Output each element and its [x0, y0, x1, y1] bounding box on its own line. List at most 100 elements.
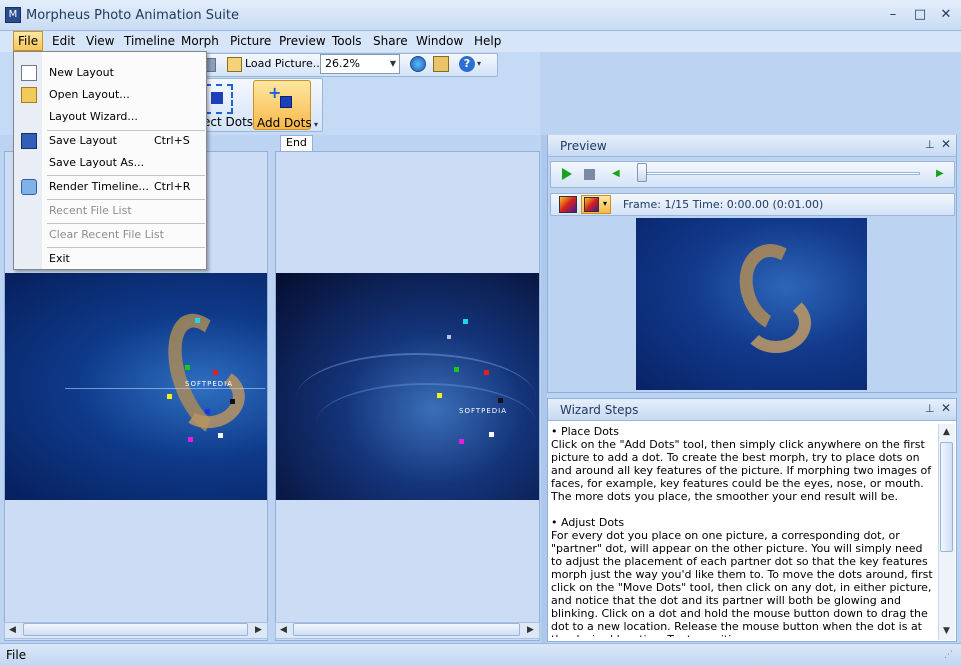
app-icon[interactable]: M [5, 7, 21, 23]
select-dots-square [211, 92, 223, 104]
close-button[interactable]: ✕ [935, 6, 957, 24]
wizard-steps-text: • Place Dots Click on the "Add Dots" too… [551, 425, 936, 637]
close-pane-icon[interactable]: ✕ [941, 401, 951, 415]
scroll-right-icon[interactable]: ▶ [251, 623, 266, 638]
pin-icon[interactable]: ⊥ [925, 402, 935, 415]
morph-dot[interactable] [205, 409, 210, 414]
step-body: Click on the "Add Dots" tool, then simpl… [551, 438, 932, 503]
bg-color-swatch-icon [584, 197, 599, 212]
menu-icon-strip [14, 52, 42, 269]
scroll-thumb[interactable] [940, 442, 953, 552]
frame-info: Frame: 1/15 Time: 0:00.00 (0:01.00) [623, 198, 824, 211]
render-icon [21, 179, 37, 195]
globe-icon[interactable] [410, 56, 426, 72]
morph-dot[interactable] [437, 393, 442, 398]
morph-dot[interactable] [213, 370, 218, 375]
slider-handle[interactable] [637, 163, 647, 182]
color-icon[interactable] [559, 196, 577, 213]
shortcut-save: Ctrl+S [154, 134, 190, 147]
resize-grip-icon[interactable]: ⋰ [944, 650, 958, 664]
maximize-button[interactable]: □ [909, 6, 931, 24]
menu-save-layout-as[interactable]: Save Layout As... [49, 152, 144, 174]
window-title: Morpheus Photo Animation Suite [26, 8, 239, 23]
morph-dot[interactable] [454, 367, 459, 372]
step-heading: • Place Dots [551, 425, 619, 438]
end-picture[interactable]: SOFTPEDIA [276, 273, 539, 500]
menu-edit[interactable]: Edit [48, 31, 79, 51]
close-pane-icon[interactable]: ✕ [941, 137, 951, 151]
step-body: For every dot you place on one picture, … [551, 529, 933, 637]
morph-dot[interactable] [463, 319, 468, 324]
menu-morph[interactable]: Morph [177, 31, 223, 51]
menu-window[interactable]: Window [412, 31, 467, 51]
scroll-left-icon[interactable]: ◀ [5, 623, 20, 638]
morph-dot[interactable] [484, 370, 489, 375]
pin-icon[interactable]: ⊥ [925, 138, 935, 151]
scroll-left-icon[interactable]: ◀ [276, 623, 291, 638]
menu-new-layout[interactable]: New Layout [49, 62, 114, 84]
menu-exit[interactable]: Exit [49, 248, 70, 270]
menu-clear-recent-file-list: Clear Recent File List [49, 228, 164, 241]
add-dots-square-icon [280, 96, 292, 108]
menu-timeline[interactable]: Timeline [120, 31, 179, 51]
tab-end[interactable]: End [280, 135, 313, 151]
s-logo-shape-lower [741, 293, 811, 353]
morph-dot[interactable] [498, 398, 503, 403]
wizard-header: Wizard Steps [548, 399, 956, 421]
minimize-button[interactable]: – [882, 6, 904, 24]
share-icon[interactable] [433, 56, 449, 72]
chevron-down-icon[interactable]: ▼ [387, 55, 399, 73]
scroll-up-icon[interactable]: ▲ [939, 425, 954, 440]
scroll-down-icon[interactable]: ▼ [939, 624, 954, 639]
scroll-right-icon[interactable]: ▶ [523, 623, 538, 638]
morph-dot[interactable] [167, 394, 172, 399]
open-folder-icon [21, 87, 37, 103]
wave-shape [316, 383, 536, 463]
help-icon[interactable]: ? [459, 56, 475, 72]
menu-open-layout[interactable]: Open Layout... [49, 84, 130, 106]
menu-help[interactable]: Help [470, 31, 505, 51]
menu-tools[interactable]: Tools [328, 31, 366, 51]
new-document-icon [21, 65, 37, 81]
menu-preview[interactable]: Preview [275, 31, 330, 51]
morph-dot[interactable] [188, 437, 193, 442]
save-icon [21, 133, 37, 149]
softpedia-text: SOFTPEDIA [185, 380, 234, 388]
menu-picture[interactable]: Picture [226, 31, 275, 51]
file-menu-dropdown: New Layout Open Layout... Layout Wizard.… [13, 51, 207, 270]
morph-dot[interactable] [230, 399, 235, 404]
menu-view[interactable]: View [82, 31, 118, 51]
toolbar-overflow-icon[interactable]: ▾ [314, 120, 318, 129]
start-picture[interactable]: SOFTPEDIA [5, 273, 267, 500]
select-dots-label[interactable]: ect Dots [203, 115, 253, 129]
menu-separator [47, 247, 205, 248]
help-dropdown-icon[interactable]: ▾ [477, 56, 487, 72]
morph-dot[interactable] [218, 433, 223, 438]
stop-icon[interactable] [584, 169, 595, 180]
menu-layout-wizard[interactable]: Layout Wizard... [49, 106, 138, 128]
next-frame-icon[interactable]: ▶ [936, 168, 944, 179]
previous-frame-icon[interactable]: ◀ [612, 168, 620, 179]
menu-save-layout[interactable]: Save Layout [49, 130, 117, 152]
morph-dot[interactable] [459, 439, 464, 444]
morph-dot[interactable] [489, 432, 494, 437]
scroll-thumb[interactable] [293, 623, 520, 636]
softpedia-text: SOFTPEDIA [459, 407, 508, 415]
morph-dot[interactable] [185, 365, 190, 370]
timeline-slider[interactable] [640, 172, 920, 175]
menu-recent-file-list: Recent File List [49, 204, 132, 217]
add-dots-label: Add Dots [257, 116, 312, 130]
morph-dot[interactable] [447, 335, 451, 339]
light-streak [65, 388, 265, 389]
menu-share[interactable]: Share [369, 31, 412, 51]
menu-file[interactable]: File [13, 31, 44, 51]
play-icon[interactable] [562, 168, 572, 180]
load-picture-button[interactable]: Load Picture... [227, 54, 323, 74]
shortcut-render: Ctrl+R [154, 180, 191, 193]
morph-dot[interactable] [195, 318, 200, 323]
preview-image [636, 218, 867, 390]
scroll-thumb[interactable] [23, 623, 248, 636]
preview-header: Preview [548, 135, 956, 157]
chevron-down-icon[interactable]: ▾ [603, 199, 607, 208]
menu-render-timeline[interactable]: Render Timeline... [49, 176, 149, 198]
